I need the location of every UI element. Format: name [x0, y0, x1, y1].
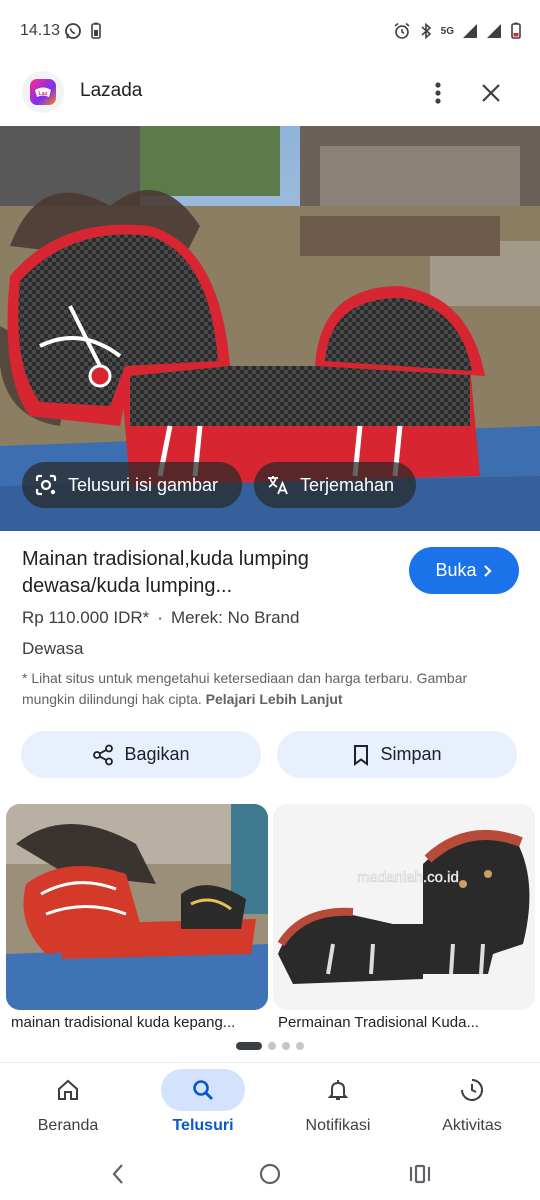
bluetooth-icon: [421, 22, 431, 40]
system-recents-button[interactable]: [402, 1156, 438, 1192]
home-icon: [58, 1079, 78, 1100]
search-inside-image-button[interactable]: Telusuri isi gambar: [22, 462, 242, 508]
bookmark-icon: [354, 744, 369, 766]
chevron-right-icon: [483, 564, 492, 577]
app-header: Laz Lazada: [0, 64, 540, 122]
price-line: Rp 110.000 IDR* · Merek: No Brand: [22, 608, 299, 628]
nav-home[interactable]: Beranda: [13, 1069, 123, 1145]
learn-more-link[interactable]: Pelajari Lebih Lanjut: [206, 691, 343, 707]
pager-dots: [236, 1042, 304, 1050]
translate-label: Terjemahan: [300, 474, 395, 495]
related-caption-1[interactable]: mainan tradisional kuda kepang...: [11, 1014, 271, 1031]
nav-activity[interactable]: Aktivitas: [417, 1069, 527, 1145]
related-image-2: madaniah.co.id: [273, 804, 535, 1010]
nav-search-label: Telusuri: [172, 1117, 234, 1134]
related-result-1[interactable]: [6, 804, 268, 1010]
battery-saver-icon: [91, 22, 101, 39]
lens-icon: [35, 474, 57, 496]
activity-icon: [461, 1078, 484, 1102]
share-label: Bagikan: [124, 744, 190, 764]
status-left-icons: [64, 22, 102, 40]
related-caption-2[interactable]: Permainan Tradisional Kuda...: [278, 1014, 538, 1031]
price: Rp 110.000 IDR*: [22, 608, 150, 627]
price-separator: ·: [157, 608, 163, 627]
status-right-icons: 5G: [393, 22, 522, 40]
close-icon: [482, 84, 500, 102]
watermark-text: madaniah.co.id: [357, 869, 459, 886]
product-image[interactable]: Telusuri isi gambar Terjemahan: [0, 126, 540, 531]
visit-button[interactable]: Buka: [409, 547, 519, 594]
visit-label: Buka: [435, 560, 477, 580]
save-button[interactable]: Simpan: [277, 731, 517, 778]
status-bar: 14.13 5G: [0, 0, 540, 64]
network-type: 5G: [440, 25, 454, 37]
related-image-1: [6, 804, 268, 1010]
search-inside-image-label: Telusuri isi gambar: [68, 474, 219, 495]
signal-icon: [463, 24, 477, 38]
alarm-icon: [394, 22, 410, 39]
nav-home-label: Beranda: [37, 1117, 99, 1134]
system-home-button[interactable]: [252, 1156, 288, 1192]
nav-search[interactable]: Telusuri: [148, 1069, 258, 1145]
related-result-2[interactable]: madaniah.co.id: [273, 804, 535, 1010]
share-icon: [93, 744, 114, 765]
back-icon: [112, 1164, 123, 1184]
brand: Merek: No Brand: [170, 608, 300, 627]
close-button[interactable]: [476, 78, 506, 108]
bottom-navigation: Beranda Telusuri Notifikasi Aktivitas: [0, 1062, 540, 1148]
pager-dot: [282, 1042, 290, 1050]
nav-activity-label: Aktivitas: [442, 1117, 502, 1134]
translate-button[interactable]: Terjemahan: [254, 462, 416, 508]
battery-icon: [511, 22, 521, 39]
product-title[interactable]: Mainan tradisional,kuda lumping dewasa/k…: [22, 546, 392, 600]
home-circle-icon: [259, 1163, 281, 1185]
category: Dewasa: [22, 639, 84, 658]
whatsapp-icon: [65, 23, 81, 39]
system-back-button[interactable]: [100, 1156, 136, 1192]
lazada-logo-icon: Laz: [35, 87, 51, 97]
pager-dot-active: [236, 1042, 262, 1050]
pager-dot: [268, 1042, 276, 1050]
bell-icon: [327, 1080, 349, 1100]
share-button[interactable]: Bagikan: [21, 731, 261, 778]
system-navigation: [0, 1148, 540, 1200]
more-options-button[interactable]: [426, 78, 450, 108]
svg-text:Laz: Laz: [38, 91, 47, 97]
signal-icon-2: [487, 24, 501, 38]
nav-notifications[interactable]: Notifikasi: [283, 1069, 393, 1145]
more-vert-icon: [435, 82, 441, 104]
source-title: Lazada: [80, 80, 143, 101]
save-label: Simpan: [380, 744, 442, 764]
nav-notifications-label: Notifikasi: [305, 1117, 371, 1134]
search-icon: [193, 1080, 213, 1100]
status-time: 14.13: [20, 22, 61, 39]
pager-dot: [296, 1042, 304, 1050]
recents-icon: [409, 1164, 431, 1184]
lazada-logo: Laz: [22, 71, 64, 113]
disclaimer: * Lihat situs untuk mengetahui ketersedi…: [22, 668, 512, 710]
translate-icon: [268, 476, 288, 495]
